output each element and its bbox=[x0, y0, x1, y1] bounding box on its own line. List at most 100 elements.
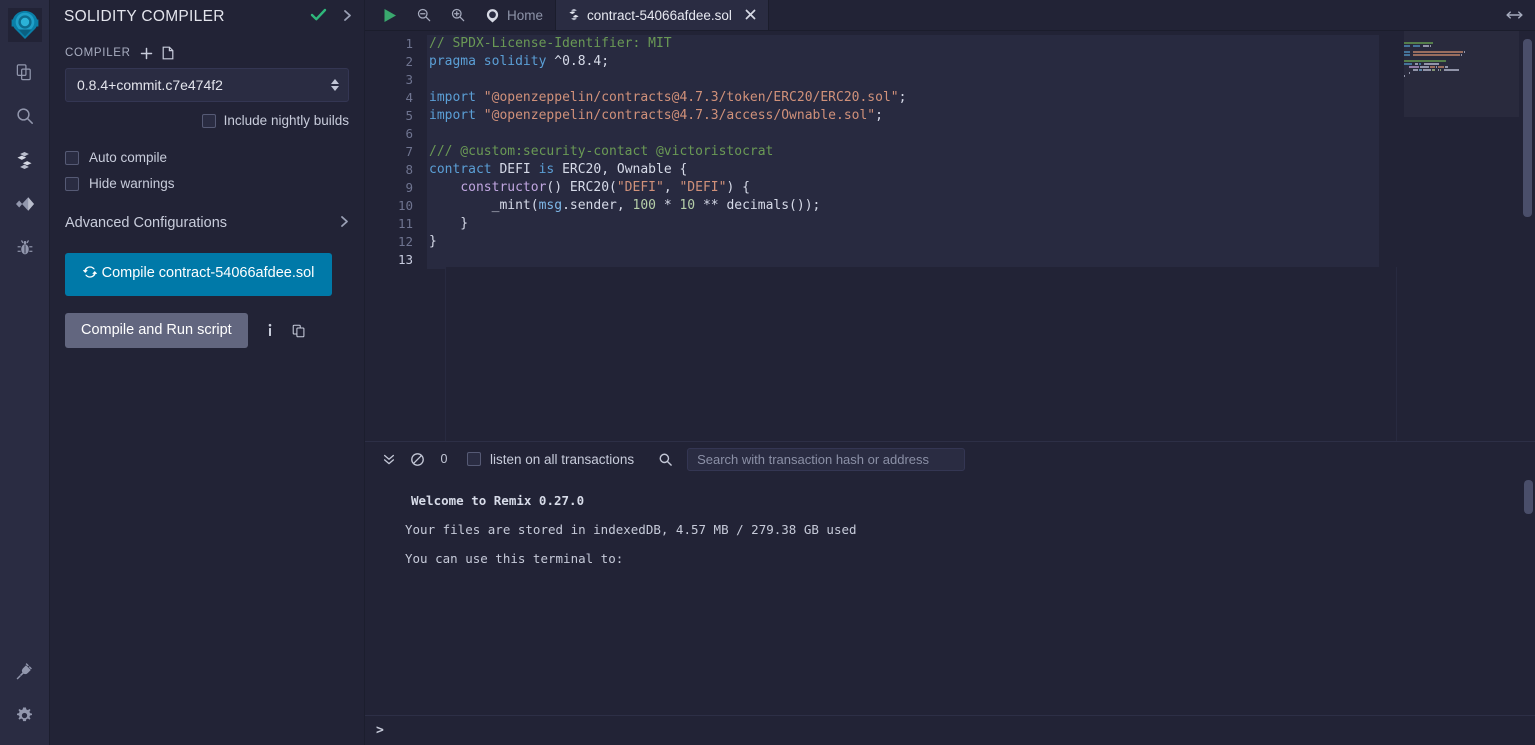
line-number-gutter: 1 2 3 4 5 6 7 8 9 10 11 12 13 bbox=[365, 31, 427, 441]
sidebar-item-search[interactable] bbox=[0, 94, 50, 138]
file-icon[interactable] bbox=[162, 46, 174, 60]
auto-compile-checkbox[interactable] bbox=[65, 150, 79, 165]
compile-and-run-row: Compile and Run script bbox=[65, 313, 349, 348]
remix-logo[interactable] bbox=[0, 0, 50, 50]
sidebar-item-plugin-manager[interactable] bbox=[0, 649, 50, 693]
terminal-prompt: > bbox=[376, 723, 384, 738]
terminal-line: Your files are stored in indexedDB, 4.57… bbox=[405, 522, 857, 537]
include-nightly-label: Include nightly builds bbox=[223, 113, 349, 128]
code-line: pragma solidity ^0.8.4; bbox=[429, 54, 610, 69]
tab-contract-file-label: contract-54066afdee.sol bbox=[587, 7, 732, 23]
solidity-file-icon bbox=[568, 8, 580, 22]
code-lines: // SPDX-License-Identifier: MIT pragma so… bbox=[427, 35, 1535, 269]
horizontal-resize-icon[interactable] bbox=[1505, 9, 1524, 21]
run-script-button[interactable] bbox=[373, 0, 407, 30]
auto-compile-label: Auto compile bbox=[89, 150, 168, 165]
hide-warnings-label: Hide warnings bbox=[89, 176, 175, 191]
line-number: 7 bbox=[405, 144, 413, 159]
info-icon[interactable] bbox=[264, 323, 276, 338]
line-number: 9 bbox=[405, 180, 413, 195]
compile-and-run-button[interactable]: Compile and Run script bbox=[65, 313, 248, 348]
include-nightly-checkbox[interactable] bbox=[201, 113, 216, 128]
hide-warnings-row: Hide warnings bbox=[65, 176, 349, 191]
transaction-search-input[interactable] bbox=[687, 447, 966, 471]
panel-body: COMPILER 0.8.4+commit.c7e474f2 Include n… bbox=[50, 34, 364, 348]
compiler-label-row: COMPILER bbox=[65, 46, 349, 60]
tab-home[interactable]: Home bbox=[475, 0, 557, 30]
chevron-right-icon bbox=[340, 215, 349, 231]
advanced-configurations-label: Advanced Configurations bbox=[65, 215, 228, 231]
line-number: 12 bbox=[397, 234, 413, 249]
line-number: 8 bbox=[405, 162, 413, 177]
sidebar-item-deploy-run[interactable] bbox=[0, 182, 50, 226]
terminal-toolbar: 0 listen on all transactions bbox=[365, 441, 1535, 476]
select-arrows-icon bbox=[331, 79, 339, 91]
remix-home-icon bbox=[485, 8, 500, 23]
copy-icon[interactable] bbox=[292, 324, 306, 338]
sidebar-item-settings[interactable] bbox=[0, 693, 50, 737]
chevrons-down-icon[interactable] bbox=[375, 452, 403, 466]
include-nightly-row: Include nightly builds bbox=[65, 113, 349, 128]
close-icon[interactable] bbox=[745, 8, 756, 23]
code-line: } bbox=[429, 216, 469, 231]
auto-compile-row: Auto compile bbox=[65, 150, 349, 165]
line-number: 11 bbox=[397, 216, 413, 231]
main-area: Home contract-54066afdee.sol 1 2 3 4 5 6… bbox=[365, 0, 1535, 745]
terminal-scroll-track[interactable] bbox=[1522, 476, 1533, 745]
code-content[interactable]: // SPDX-License-Identifier: MIT pragma so… bbox=[427, 31, 1535, 441]
transaction-count: 0 bbox=[440, 452, 448, 466]
line-number: 10 bbox=[397, 198, 413, 213]
compiler-version-select[interactable]: 0.8.4+commit.c7e474f2 bbox=[65, 68, 349, 102]
terminal-output[interactable]: Welcome to Remix 0.27.0 Your files are s… bbox=[365, 476, 1535, 745]
search-icon[interactable] bbox=[658, 452, 673, 467]
remix-ide-window: SOLIDITY COMPILER COMPILER 0.8.4+commit.… bbox=[0, 0, 1535, 745]
code-line: import "@openzeppelin/contracts@4.7.3/ac… bbox=[429, 108, 883, 123]
compiler-version-value: 0.8.4+commit.c7e474f2 bbox=[77, 77, 223, 93]
code-line: constructor() ERC20("DEFI", "DEFI") { bbox=[460, 180, 750, 195]
left-icon-bar bbox=[0, 0, 50, 745]
refresh-icon bbox=[82, 265, 97, 285]
zoom-in-icon[interactable] bbox=[441, 0, 475, 30]
terminal-vertical-scrollbar[interactable] bbox=[1524, 480, 1533, 514]
terminal-line: Welcome to Remix 0.27.0 bbox=[411, 493, 585, 508]
compile-contract-button[interactable]: Compile contract-54066afdee.sol bbox=[65, 253, 332, 296]
code-editor[interactable]: 1 2 3 4 5 6 7 8 9 10 11 12 13 // SPDX-License-Identi… bbox=[365, 31, 1535, 441]
code-line: _mint(msg.sender, 100 * 10 ** decimals()… bbox=[429, 198, 821, 213]
code-line: // SPDX-License-Identifier: MIT bbox=[429, 36, 672, 51]
listen-transactions-label: listen on all transactions bbox=[490, 451, 635, 467]
advanced-configurations-toggle[interactable]: Advanced Configurations bbox=[65, 215, 349, 231]
editor-vertical-scrollbar[interactable] bbox=[1523, 39, 1532, 217]
plus-icon[interactable] bbox=[140, 47, 153, 60]
panel-header: SOLIDITY COMPILER bbox=[50, 0, 364, 34]
tab-home-label: Home bbox=[507, 7, 544, 23]
page-title: SOLIDITY COMPILER bbox=[64, 8, 225, 25]
no-entry-icon[interactable] bbox=[403, 452, 431, 467]
line-number: 3 bbox=[405, 72, 413, 87]
tab-contract-file[interactable]: contract-54066afdee.sol bbox=[556, 0, 769, 30]
code-line: } bbox=[429, 234, 437, 249]
listen-transactions-row: listen on all transactions bbox=[467, 452, 634, 467]
check-icon[interactable] bbox=[310, 7, 327, 27]
zoom-out-icon[interactable] bbox=[407, 0, 441, 30]
hide-warnings-checkbox[interactable] bbox=[65, 176, 79, 191]
compiler-options: Auto compile Hide warnings bbox=[65, 150, 349, 191]
listen-transactions-checkbox[interactable] bbox=[467, 452, 481, 466]
line-number: 5 bbox=[405, 108, 413, 123]
chevron-right-icon[interactable] bbox=[343, 9, 352, 25]
line-number: 1 bbox=[405, 36, 413, 51]
line-number: 13 bbox=[397, 252, 413, 267]
solidity-compiler-panel: SOLIDITY COMPILER COMPILER 0.8.4+commit.… bbox=[50, 0, 365, 745]
editor-tab-bar: Home contract-54066afdee.sol bbox=[365, 0, 1535, 31]
sidebar-item-file-explorer[interactable] bbox=[0, 50, 50, 94]
line-number: 4 bbox=[405, 90, 413, 105]
terminal-line: You can use this terminal to: bbox=[405, 551, 624, 566]
tabbar-right-tools bbox=[1505, 0, 1535, 30]
terminal-prompt-row[interactable]: > bbox=[365, 715, 1535, 745]
code-line: contract DEFI is ERC20, Ownable { bbox=[429, 162, 688, 177]
sidebar-item-solidity-compiler[interactable] bbox=[0, 138, 50, 182]
sidebar-item-debugger[interactable] bbox=[0, 226, 50, 270]
compile-contract-button-label: Compile contract-54066afdee.sol bbox=[101, 265, 315, 281]
